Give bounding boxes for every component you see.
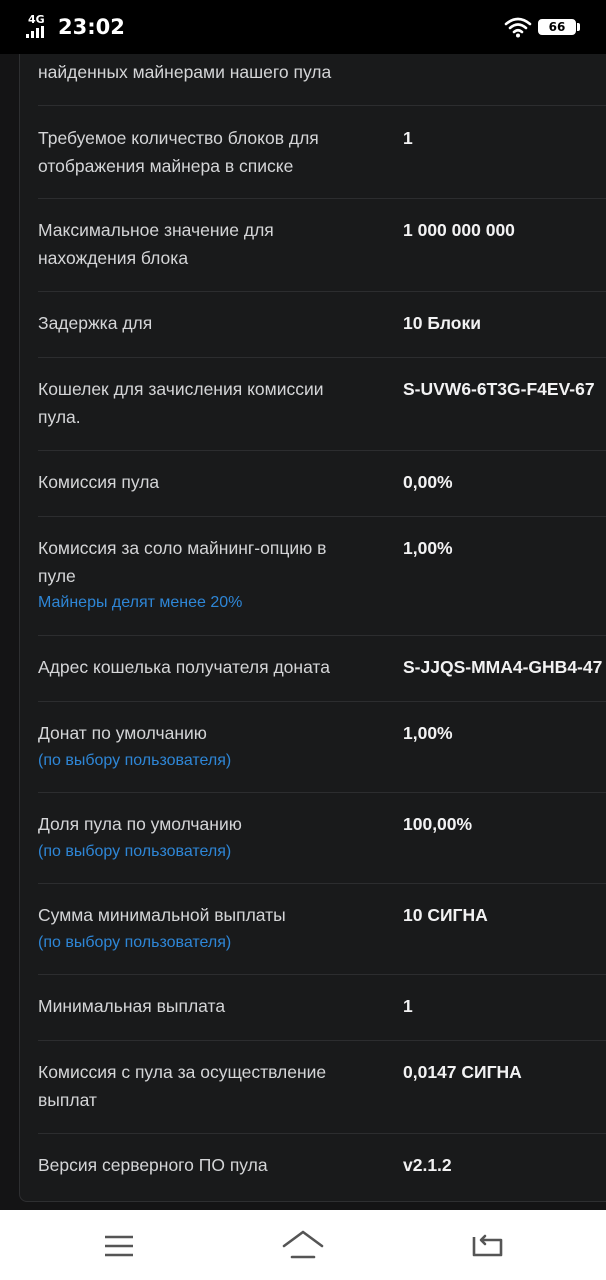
- row-value: 0,00%: [403, 472, 453, 492]
- menu-icon[interactable]: [94, 1224, 144, 1268]
- home-icon[interactable]: [278, 1224, 328, 1268]
- row-hint: (по выбору пользователя): [38, 751, 232, 769]
- row-label: Комиссия за соло майнинг-опцию в пуле Ма…: [38, 535, 368, 616]
- row-label: Максимальное значение для нахождения бло…: [38, 220, 274, 268]
- row-label: Адрес кошелька получателя доната: [38, 657, 330, 677]
- row-label: Сумма минимальной выплаты (по выбору пол…: [38, 902, 368, 956]
- row-value: 1 000 000 000: [403, 220, 515, 240]
- wallet-address-value[interactable]: S-UVW6-6T3G-F4EV-67: [403, 376, 606, 404]
- navigation-bar: [0, 1210, 606, 1280]
- row-label: Кошелек для зачисления комиссии пула.: [38, 379, 324, 427]
- row-label: Задержка для: [38, 313, 153, 333]
- clock: 23:02: [58, 15, 125, 39]
- battery-level: 66: [541, 21, 573, 33]
- row-label: Донат по умолчанию (по выбору пользовате…: [38, 720, 368, 774]
- settings-content: найденных майнерами нашего пула Требуемо…: [0, 0, 606, 1210]
- row-label: Требуемое количество блоков для отображе…: [38, 128, 319, 176]
- row-label: найденных майнерами нашего пула: [38, 62, 332, 82]
- wifi-icon: [504, 17, 532, 38]
- row-value: 1,00%: [403, 538, 453, 558]
- row-value: 1,00%: [403, 723, 453, 743]
- row-hint: (по выбору пользователя): [38, 842, 232, 860]
- row-value: 100,00%: [403, 814, 473, 834]
- back-icon[interactable]: [462, 1224, 512, 1268]
- list-item: Версия серверного ПО пула v2.1.2: [38, 1134, 606, 1199]
- list-item: Требуемое количество блоков для отображе…: [38, 106, 606, 199]
- status-bar: 4G 23:02 66: [0, 0, 606, 54]
- row-value: v2.1.2: [403, 1155, 452, 1175]
- row-hint: Майнеры делят менее 20%: [38, 594, 243, 611]
- row-hint: (по выбору пользователя): [38, 933, 232, 951]
- row-label: Комиссия пула: [38, 472, 160, 492]
- row-label: Минимальная выплата: [38, 996, 226, 1016]
- battery-tip: [577, 23, 580, 31]
- list-item: Комиссия с пула за осуществление выплат …: [38, 1041, 606, 1134]
- donation-wallet-value[interactable]: S-JJQS-MMA4-GHB4-47: [403, 654, 606, 682]
- row-value: 0,0147 СИГНА: [403, 1062, 522, 1082]
- list-item: Комиссия за соло майнинг-опцию в пуле Ма…: [38, 517, 606, 636]
- row-label: Комиссия с пула за осуществление выплат: [38, 1062, 327, 1110]
- row-value: 10 Блоки: [403, 313, 481, 333]
- list-item: Сумма минимальной выплаты (по выбору пол…: [38, 884, 606, 975]
- row-value: 1: [403, 128, 413, 148]
- network-type: 4G: [28, 13, 45, 26]
- row-value: 10 СИГНА: [403, 905, 488, 925]
- list-item: Максимальное значение для нахождения бло…: [38, 199, 606, 292]
- list-item: Минимальная выплата 1: [38, 975, 606, 1041]
- list-item: Донат по умолчанию (по выбору пользовате…: [38, 702, 606, 793]
- row-label: Версия серверного ПО пула: [38, 1155, 268, 1175]
- list-item: Кошелек для зачисления комиссии пула. S-…: [38, 358, 606, 451]
- list-item: Адрес кошелька получателя доната S-JJQS-…: [38, 636, 606, 702]
- row-label: Доля пула по умолчанию (по выбору пользо…: [38, 811, 368, 865]
- list-item: Доля пула по умолчанию (по выбору пользо…: [38, 793, 606, 884]
- battery-icon: 66: [538, 19, 576, 35]
- list-item: Комиссия пула 0,00%: [38, 451, 606, 517]
- list-item: Задержка для 10 Блоки: [38, 292, 606, 358]
- row-value: 1: [403, 996, 413, 1016]
- signal-icon: 4G: [26, 14, 52, 38]
